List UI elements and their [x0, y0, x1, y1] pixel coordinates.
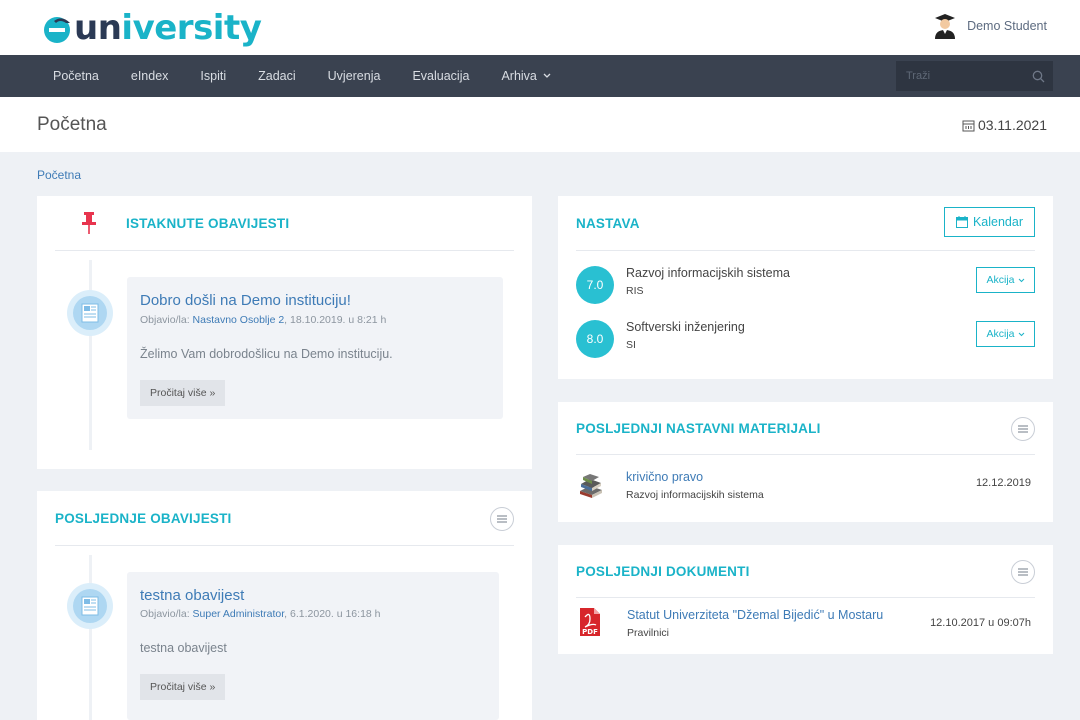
- list-icon[interactable]: [490, 507, 514, 531]
- document-title[interactable]: Statut Univerziteta "Džemal Bijedić" u M…: [627, 608, 883, 622]
- course-name[interactable]: Razvoj informacijskih sistema: [626, 266, 790, 280]
- announcement-title[interactable]: testna obavijest: [140, 587, 244, 604]
- books-icon: [580, 474, 602, 498]
- read-more-button[interactable]: Pročitaj više »: [140, 380, 226, 406]
- calendar-button-label: Kalendar: [972, 215, 1023, 229]
- document-row: PDF Statut Univerziteta "Džemal Bijedić"…: [576, 607, 1035, 643]
- course-row: 8.0 Softverski inženjering SI Akcija: [576, 320, 1035, 364]
- read-more-button[interactable]: Pročitaj više »: [140, 674, 226, 700]
- search-box: [896, 61, 1053, 91]
- nav-arhiva[interactable]: Arhiva: [501, 69, 551, 83]
- calendar-icon: [962, 120, 975, 131]
- panel-istaknute-obavijesti: ISTAKNUTE OBAVIJESTI Dobro došli na Demo…: [37, 196, 532, 469]
- action-label: Akcija: [986, 328, 1015, 340]
- news-icon: [81, 303, 99, 323]
- logo-iversity: iversity: [121, 8, 262, 48]
- chevron-down-icon: [1018, 278, 1024, 282]
- nav-zadaci[interactable]: Zadaci: [258, 69, 296, 83]
- material-date: 12.12.2019: [975, 477, 1031, 489]
- search-icon[interactable]: [1023, 61, 1053, 91]
- panel-posljednje-title: POSLJEDNJE OBAVIJESTI: [55, 510, 232, 526]
- calendar-button[interactable]: Kalendar: [943, 207, 1035, 237]
- material-course: Razvoj informacijskih sistema: [626, 489, 764, 501]
- nav-ispiti[interactable]: Ispiti: [200, 69, 226, 83]
- pdf-badge: PDF: [582, 628, 598, 636]
- logo-e-mark: e: [40, 11, 74, 45]
- announcement-text: testna obavijest: [140, 641, 227, 655]
- panel-dokumenti-title: POSLJEDNJI DOKUMENTI: [576, 563, 750, 579]
- announcement-card: Dobro došli na Demo instituciju! Objavio…: [127, 277, 503, 419]
- course-code: SI: [626, 339, 636, 351]
- document-category: Pravilnici: [627, 627, 670, 639]
- panel-nastava: NASTAVA Kalendar 7.0 Razvoj informacijsk…: [558, 196, 1053, 379]
- panel-istaknute-head: ISTAKNUTE OBAVIJESTI: [55, 196, 514, 251]
- meta-prefix: Objavio/la:: [140, 608, 193, 620]
- panel-dokumenti-head: POSLJEDNJI DOKUMENTI: [576, 545, 1035, 598]
- material-row: krivično pravo Razvoj informacijskih sis…: [576, 469, 1035, 505]
- nav-arhiva-label: Arhiva: [501, 69, 537, 83]
- announcement-card: testna obavijest Objavio/la: Super Admin…: [127, 572, 499, 720]
- panel-dokumenti: POSLJEDNJI DOKUMENTI PDF Statut Univerzi…: [558, 545, 1053, 654]
- list-icon[interactable]: [1011, 417, 1035, 441]
- news-bubble: [67, 583, 113, 629]
- page-title-bar: Početna 03.11.2021: [0, 97, 1080, 152]
- announcement-title[interactable]: Dobro došli na Demo instituciju!: [140, 292, 351, 309]
- user-menu[interactable]: Demo Student: [933, 13, 1047, 39]
- panel-nastavni-materijali: POSLJEDNJI NASTAVNI MATERIJALI krivično …: [558, 402, 1053, 522]
- list-icon[interactable]: [1011, 560, 1035, 584]
- panel-materijali-head: POSLJEDNJI NASTAVNI MATERIJALI: [576, 402, 1035, 455]
- logo[interactable]: e university: [40, 8, 262, 48]
- chevron-down-icon: [543, 73, 551, 78]
- course-code: RIS: [626, 285, 644, 297]
- meta-prefix: Objavio/la:: [140, 314, 193, 326]
- panel-istaknute-title: ISTAKNUTE OBAVIJESTI: [126, 215, 290, 231]
- news-bubble: [67, 290, 113, 336]
- timeline-line: [89, 260, 92, 450]
- panel-posljednje-head: POSLJEDNJE OBAVIJESTI: [55, 491, 514, 546]
- course-row: 7.0 Razvoj informacijskih sistema RIS Ak…: [576, 266, 1035, 310]
- main-nav: Početna eIndex Ispiti Zadaci Uvjerenja E…: [0, 55, 1080, 97]
- meta-date: , 6.1.2020. u 16:18 h: [284, 608, 381, 620]
- panel-nastava-title: NASTAVA: [576, 215, 640, 231]
- action-label: Akcija: [986, 274, 1015, 286]
- nav-evaluacija[interactable]: Evaluacija: [412, 69, 469, 83]
- announcement-meta: Objavio/la: Super Administrator, 6.1.202…: [140, 608, 381, 620]
- breadcrumb[interactable]: Početna: [37, 168, 81, 182]
- pdf-icon: PDF: [580, 608, 600, 636]
- course-action-button[interactable]: Akcija: [976, 321, 1035, 347]
- logo-un: un: [74, 8, 122, 48]
- nav-eindex[interactable]: eIndex: [131, 69, 169, 83]
- course-grade: 8.0: [576, 320, 614, 358]
- user-name: Demo Student: [967, 19, 1047, 33]
- announcement-meta: Objavio/la: Nastavno Osoblje 2, 18.10.20…: [140, 314, 386, 326]
- news-icon: [81, 596, 99, 616]
- student-avatar-icon: [933, 13, 957, 39]
- page-title: Početna: [37, 114, 107, 135]
- pin-icon: [82, 212, 96, 234]
- timeline-line: [89, 555, 92, 720]
- meta-date: , 18.10.2019. u 8:21 h: [284, 314, 387, 326]
- announcement-text: Želimo Vam dobrodošlicu na Demo instituc…: [140, 347, 393, 361]
- course-grade: 7.0: [576, 266, 614, 304]
- page-date: 03.11.2021: [962, 117, 1047, 133]
- logo-wordmark: university: [74, 8, 262, 48]
- chevron-down-icon: [1018, 332, 1024, 336]
- course-action-button[interactable]: Akcija: [976, 267, 1035, 293]
- course-name[interactable]: Softverski inženjering: [626, 320, 745, 334]
- app-header: e university Demo Student: [0, 0, 1080, 55]
- announcement-author-link[interactable]: Super Administrator: [193, 608, 285, 620]
- document-date: 12.10.2017 u 09:07h: [930, 617, 1031, 629]
- search-input[interactable]: [896, 70, 1023, 82]
- page-date-value: 03.11.2021: [977, 117, 1047, 133]
- nav-uvjerenja[interactable]: Uvjerenja: [328, 69, 381, 83]
- announcement-author-link[interactable]: Nastavno Osoblje 2: [193, 314, 285, 326]
- calendar-icon: [955, 216, 968, 228]
- panel-materijali-title: POSLJEDNJI NASTAVNI MATERIJALI: [576, 420, 821, 436]
- nav-pocetna[interactable]: Početna: [53, 69, 99, 83]
- material-title[interactable]: krivično pravo: [626, 470, 703, 484]
- panel-posljednje-obavijesti: POSLJEDNJE OBAVIJESTI testna obavijest O…: [37, 491, 532, 720]
